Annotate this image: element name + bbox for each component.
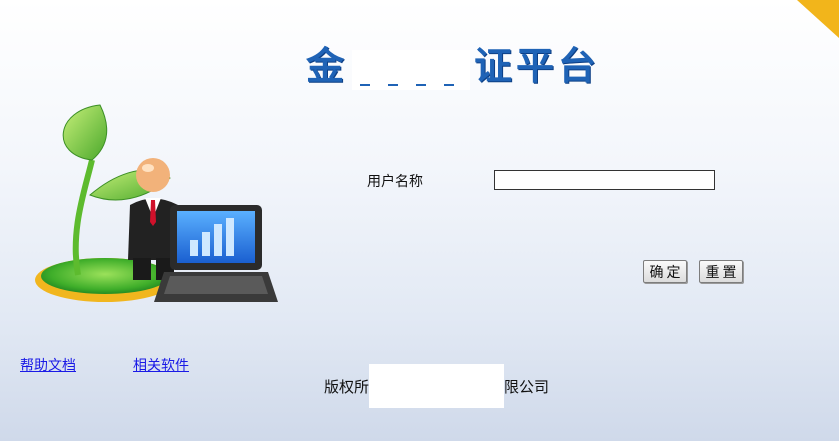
copyright-redaction	[369, 364, 505, 408]
page-title: 金 证平台	[306, 40, 600, 90]
title-prefix: 金	[306, 44, 349, 88]
corner-accent	[797, 0, 839, 38]
related-software-link[interactable]: 相关软件	[133, 355, 189, 375]
confirm-button[interactable]: 确定	[643, 260, 687, 283]
reset-button[interactable]: 重置	[699, 260, 743, 283]
help-docs-link[interactable]: 帮助文档	[20, 355, 76, 375]
copyright-suffix: 限公司	[504, 377, 550, 396]
username-label: 用户名称	[367, 174, 423, 190]
title-suffix: 证平台	[474, 44, 601, 88]
username-input[interactable]	[494, 170, 715, 190]
copyright-prefix: 版权所	[324, 377, 370, 396]
mascot-illustration	[35, 104, 278, 302]
copyright: 版权所 限公司	[324, 364, 549, 408]
title-redaction	[352, 50, 471, 90]
